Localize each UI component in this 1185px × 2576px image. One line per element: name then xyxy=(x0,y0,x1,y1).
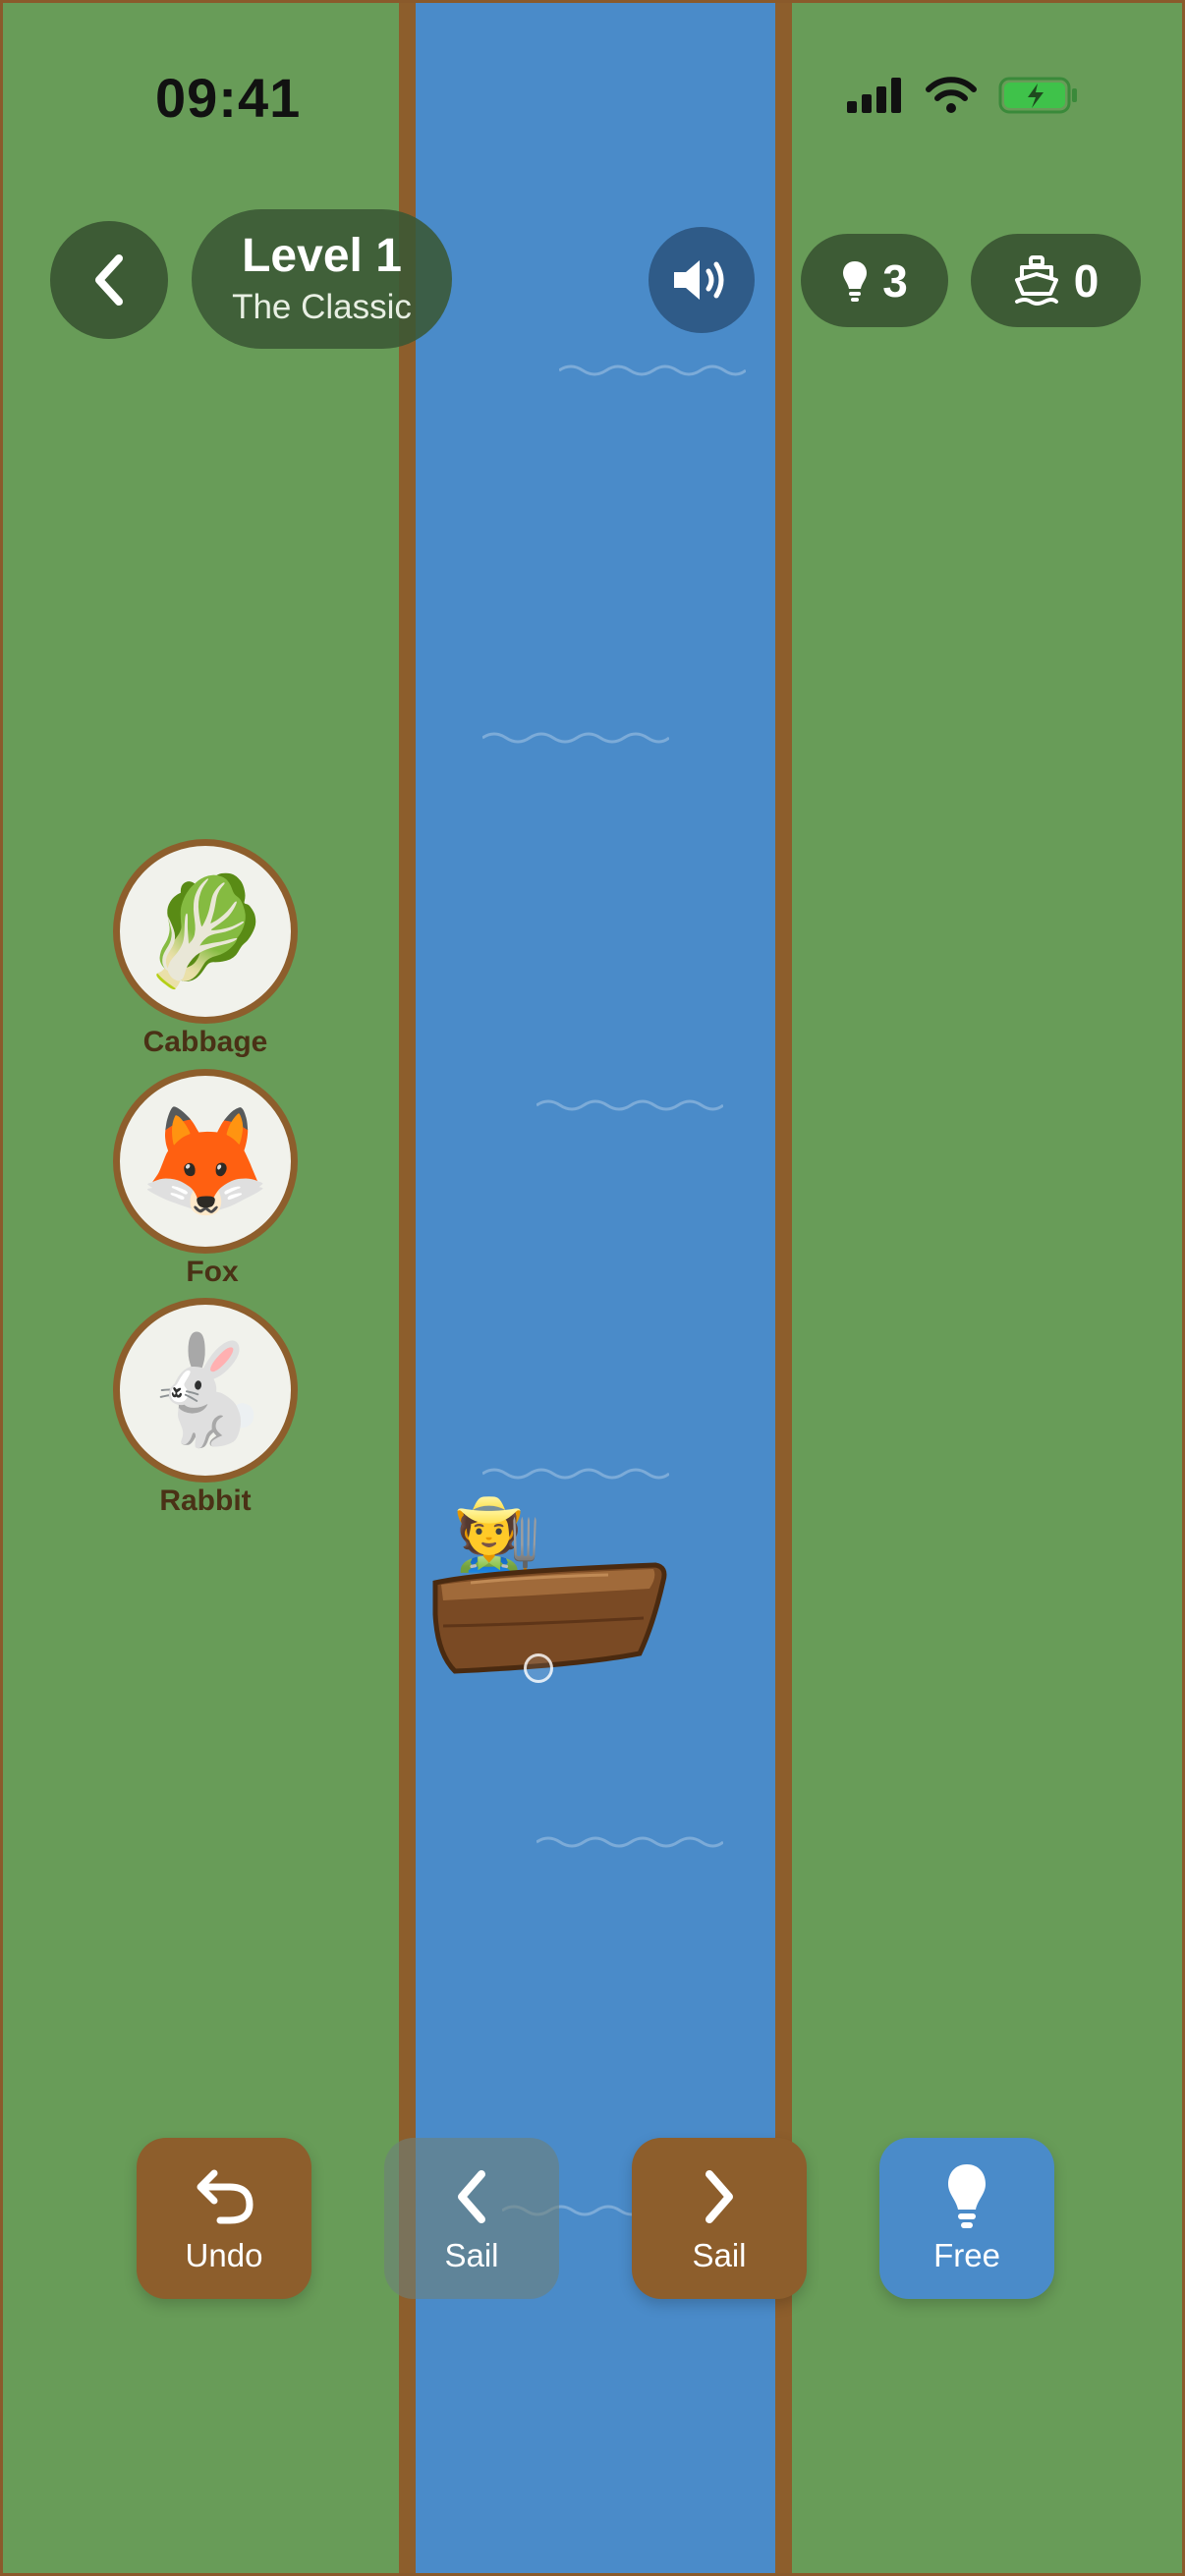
boat-anchor-ring xyxy=(524,1653,553,1683)
level-subtitle: The Classic xyxy=(232,288,412,327)
lightbulb-icon xyxy=(948,2164,986,2228)
wave-decoration xyxy=(482,732,669,744)
wifi-icon xyxy=(926,77,977,113)
status-icons xyxy=(847,76,1079,115)
free-hint-button[interactable]: Free xyxy=(879,2138,1054,2299)
chevron-left-icon xyxy=(95,254,123,306)
hints-counter: 3 xyxy=(801,234,948,327)
ferry-icon xyxy=(1014,254,1058,306)
wave-decoration xyxy=(536,1836,723,1848)
speaker-icon xyxy=(674,260,724,300)
rabbit-icon: 🐇 xyxy=(113,1298,298,1483)
item-label: Rabbit xyxy=(159,1484,252,1517)
wave-decoration xyxy=(482,1468,669,1480)
level-indicator: Level 1 The Classic xyxy=(192,209,452,349)
undo-button[interactable]: Undo xyxy=(137,2138,311,2299)
cabbage-icon: 🥬 xyxy=(113,839,298,1024)
hints-count: 3 xyxy=(882,254,908,307)
cellular-signal-icon xyxy=(847,78,901,113)
sail-right-label: Sail xyxy=(692,2237,747,2273)
level-title: Level 1 xyxy=(242,229,402,282)
trips-counter: 0 xyxy=(971,234,1141,327)
wave-decoration xyxy=(536,1099,723,1111)
fox-icon: 🦊 xyxy=(113,1069,298,1254)
status-time: 09:41 xyxy=(155,67,302,129)
chevron-right-icon xyxy=(705,2170,733,2223)
item-label: Cabbage xyxy=(142,1026,268,1058)
game-stage: 09:41 Level 1 The Classic 3 0 🥬 Cabbage … xyxy=(0,0,1185,2576)
free-label: Free xyxy=(933,2237,1000,2273)
sail-right-button[interactable]: Sail xyxy=(632,2138,807,2299)
battery-icon xyxy=(998,77,1077,114)
item-label: Fox xyxy=(186,1256,239,1288)
undo-label: Undo xyxy=(185,2237,263,2273)
sound-toggle-button[interactable] xyxy=(649,227,755,333)
item-rabbit[interactable]: 🐇 Rabbit xyxy=(113,1298,298,1518)
sail-left-label: Sail xyxy=(444,2237,499,2273)
trips-count: 0 xyxy=(1073,254,1100,307)
item-fox[interactable]: 🦊 Fox xyxy=(113,1069,298,1289)
item-cabbage[interactable]: 🥬 Cabbage xyxy=(113,839,298,1059)
chevron-left-icon xyxy=(458,2170,485,2223)
undo-arrow-icon xyxy=(197,2169,254,2224)
sail-left-button[interactable]: Sail xyxy=(384,2138,559,2299)
wave-decoration xyxy=(559,364,746,376)
lightbulb-icon xyxy=(843,260,868,302)
back-button[interactable] xyxy=(50,221,168,339)
